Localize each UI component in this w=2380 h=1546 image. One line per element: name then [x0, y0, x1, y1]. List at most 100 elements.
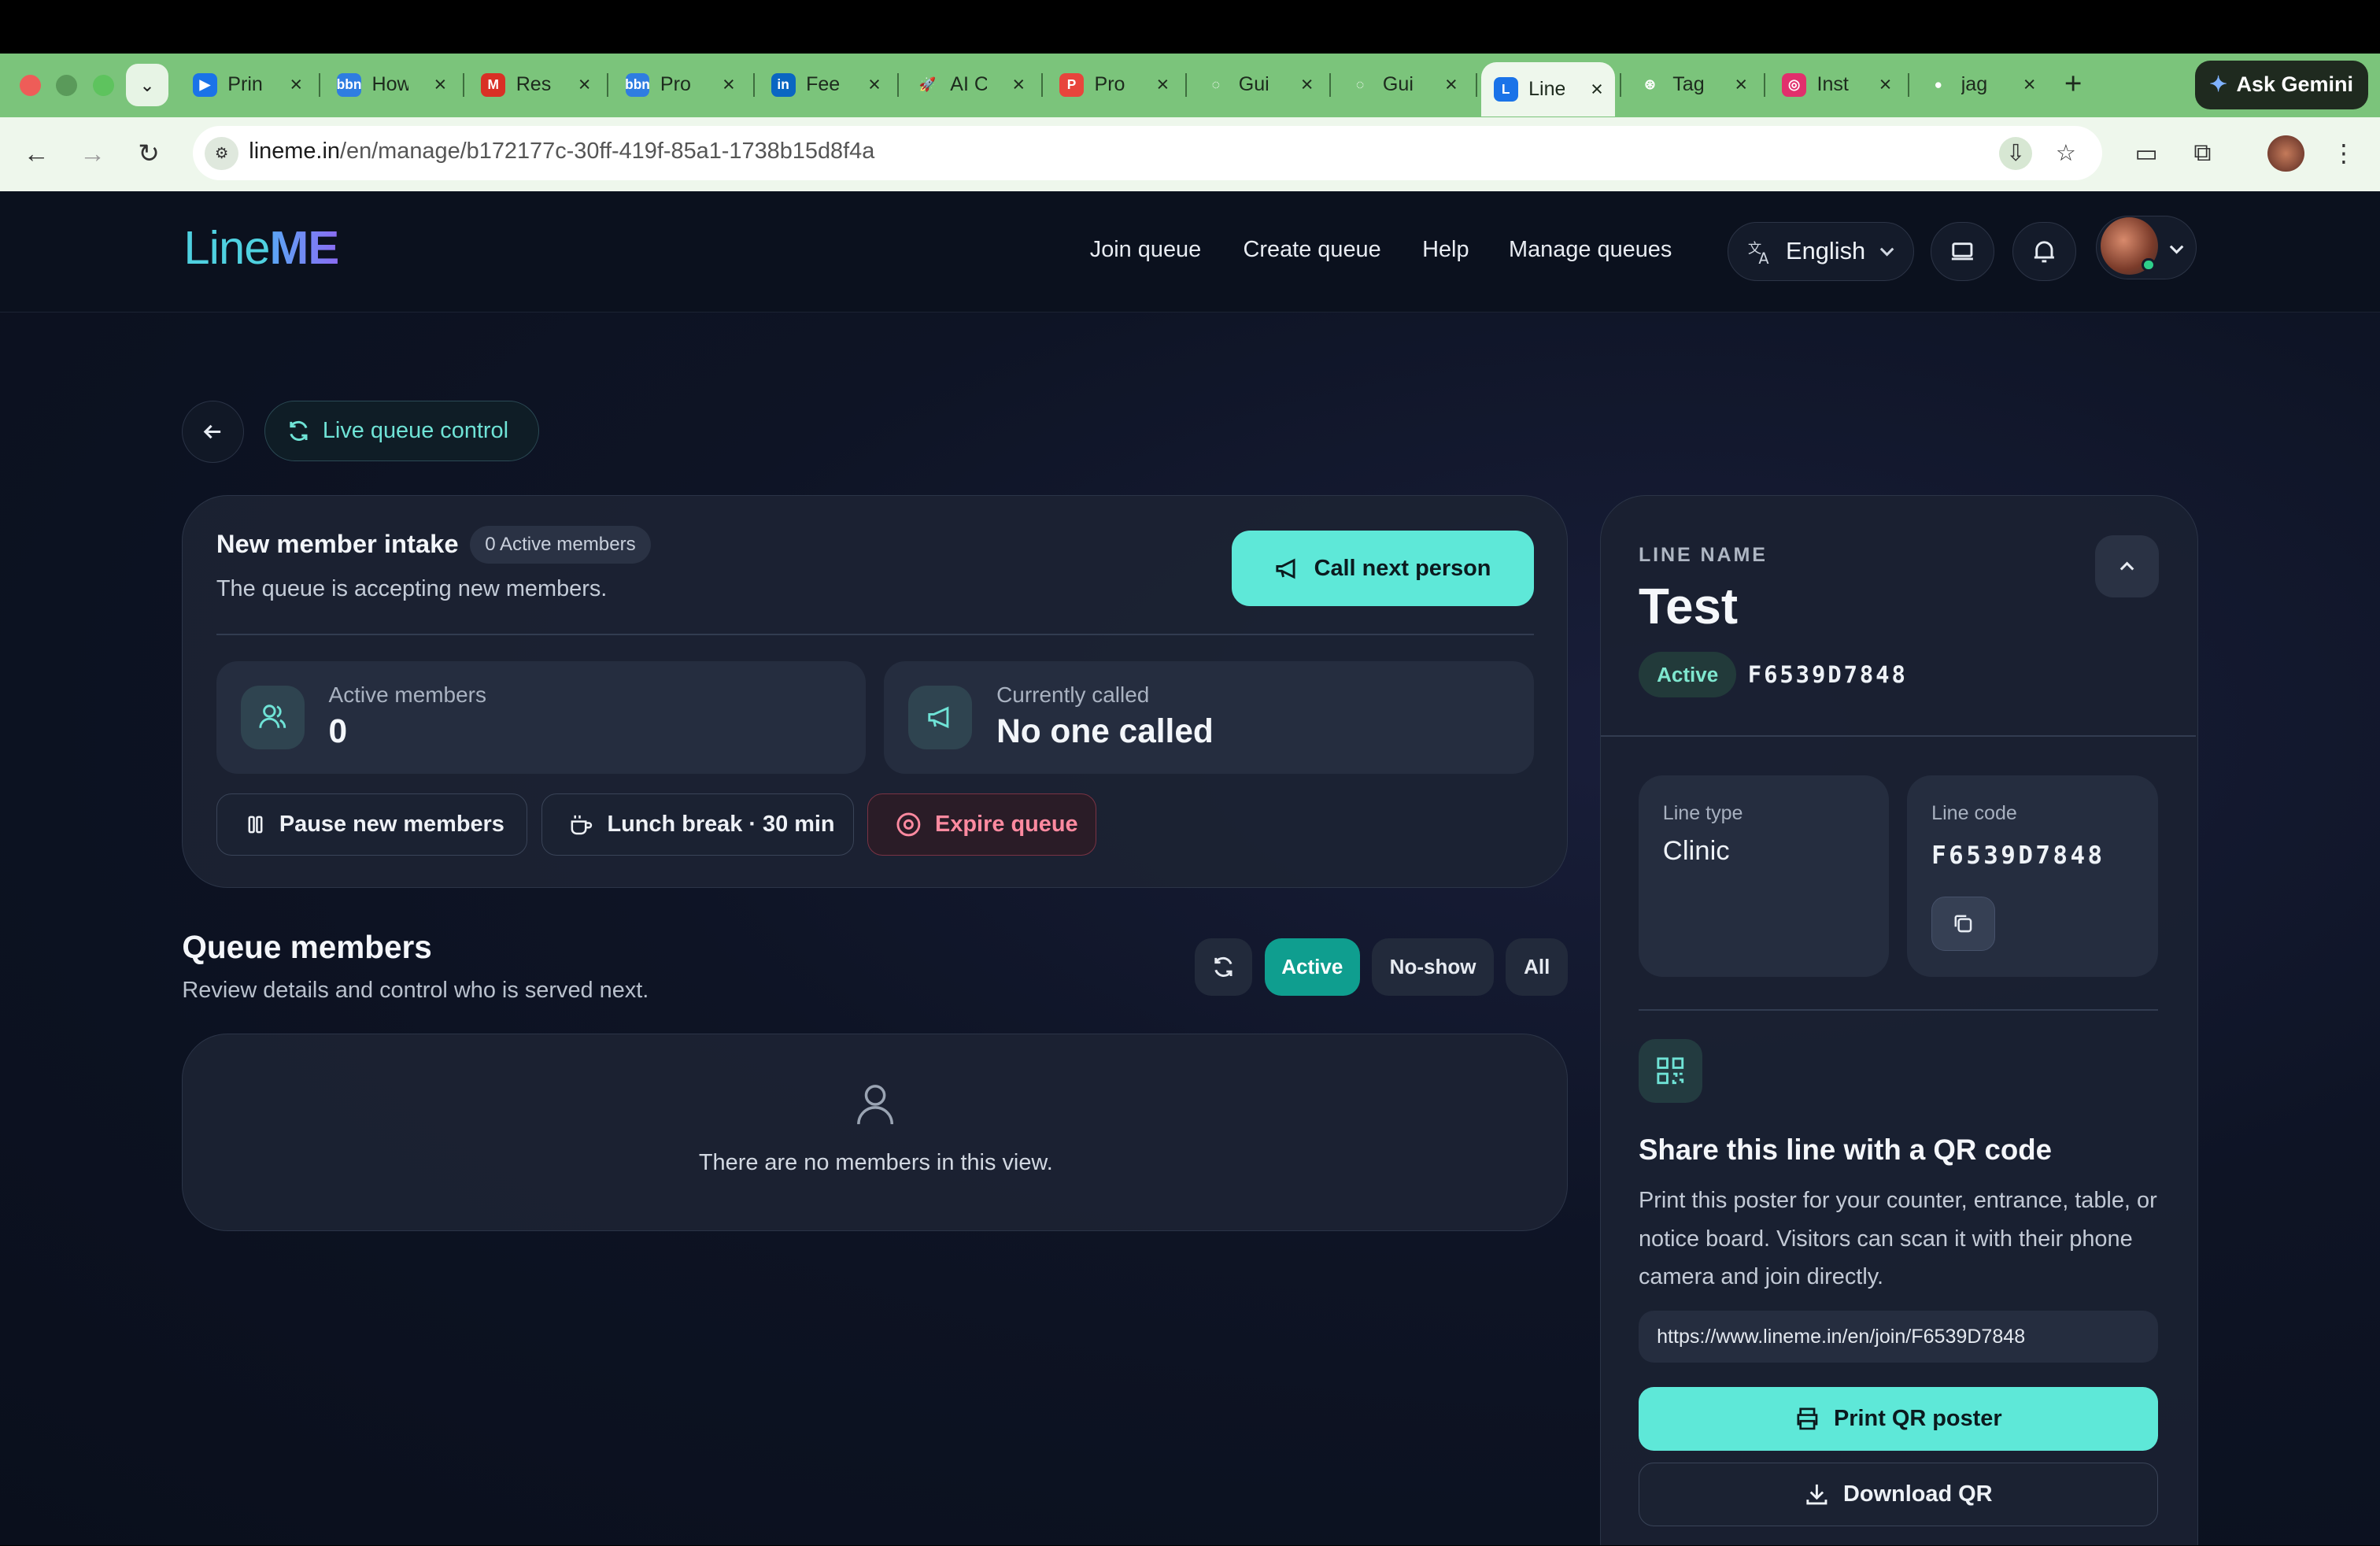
- lunch-break-button[interactable]: Lunch break · 30 min: [541, 793, 854, 856]
- tab-close-icon[interactable]: ×: [1012, 72, 1025, 97]
- user-icon: [856, 1083, 895, 1132]
- profile-avatar-icon[interactable]: [2267, 135, 2304, 172]
- browser-tab[interactable]: ● jag ×: [1914, 65, 2048, 105]
- browser-tab[interactable]: P Pro ×: [1048, 65, 1181, 105]
- chevron-down-icon: [1879, 247, 1894, 257]
- copy-code-button[interactable]: [1931, 896, 1996, 952]
- browser-tab[interactable]: in Fee ×: [759, 65, 893, 105]
- tab-close-icon[interactable]: ×: [290, 72, 302, 97]
- browser-menu-icon[interactable]: ⋮: [2326, 135, 2362, 172]
- currently-called-stat: Currently called No one called: [884, 660, 1534, 774]
- tab-favicon-icon: ⊛: [1644, 76, 1656, 93]
- tab-title: AI C: [950, 73, 987, 96]
- tab-close-icon[interactable]: ×: [722, 72, 735, 97]
- line-type-card: Line type Clinic: [1638, 775, 1890, 978]
- install-app-icon[interactable]: ⇩: [1998, 136, 2033, 170]
- tab-separator: [1185, 72, 1188, 98]
- browser-tab[interactable]: M Res ×: [469, 65, 603, 105]
- window-zoom-button[interactable]: [92, 74, 114, 96]
- browser-tab[interactable]: 🚀 AI C ×: [904, 65, 1037, 105]
- filter-active-tab[interactable]: Active: [1264, 938, 1361, 997]
- new-tab-button[interactable]: +: [2064, 67, 2082, 102]
- line-details-panel: LINE NAME Test Active F6539D7848 Line ty…: [1599, 494, 2198, 1546]
- back-button[interactable]: [182, 401, 245, 464]
- chevron-down-icon: ⌄: [139, 74, 155, 95]
- filter-no-show-tab[interactable]: No-show: [1372, 938, 1494, 997]
- browser-tab[interactable]: ◌ Gui ×: [1336, 65, 1469, 105]
- refresh-icon: [289, 421, 308, 442]
- tab-favicon-icon: M: [481, 72, 506, 98]
- tab-favicon-icon: 🚀: [918, 76, 937, 93]
- stat-label: Currently called: [996, 682, 1150, 707]
- nav-manage-queues[interactable]: Manage queues: [1509, 237, 1672, 263]
- collapse-panel-button[interactable]: [2095, 534, 2160, 597]
- tab-close-icon[interactable]: ×: [2023, 72, 2036, 97]
- tab-search-button[interactable]: ⌄: [126, 64, 169, 106]
- browser-tab[interactable]: ◌ Gui ×: [1192, 65, 1325, 105]
- tab-close-icon[interactable]: ×: [868, 72, 881, 97]
- expire-queue-button[interactable]: Expire queue: [867, 793, 1097, 856]
- top-navbar: LineME Join queue Create queue Help Mana…: [0, 191, 2380, 313]
- tab-title: Prin: [227, 73, 263, 96]
- pause-new-members-button[interactable]: Pause new members: [216, 793, 528, 856]
- pause-label: Pause new members: [279, 811, 504, 837]
- tab-close-icon[interactable]: ×: [434, 72, 447, 97]
- tab-favicon-icon: bbn: [625, 72, 650, 98]
- reload-icon[interactable]: ↻: [129, 134, 168, 173]
- tab-favicon-icon: ▶: [192, 72, 217, 98]
- site-info-icon[interactable]: ⚙: [205, 136, 238, 170]
- call-next-person-button[interactable]: Call next person: [1232, 531, 1534, 607]
- window-close-button[interactable]: [20, 74, 42, 96]
- online-status-dot: [2142, 257, 2156, 272]
- cast-icon[interactable]: ▭: [2128, 135, 2164, 172]
- call-next-label: Call next person: [1314, 555, 1491, 581]
- tab-separator: [896, 72, 899, 98]
- tab-separator: [1908, 72, 1910, 98]
- join-url-field[interactable]: https://www.lineme.in/en/join/F6539D7848: [1638, 1311, 2158, 1363]
- tab-favicon-icon: P: [1059, 72, 1084, 98]
- megaphone-icon: [908, 685, 973, 749]
- forward-arrow-icon[interactable]: →: [73, 134, 113, 173]
- tab-close-icon[interactable]: ×: [1735, 72, 1747, 97]
- tab-close-icon[interactable]: ×: [1591, 77, 1603, 102]
- browser-tab[interactable]: ◎ Inst ×: [1770, 65, 1904, 105]
- browser-tab[interactable]: L Line ×: [1481, 62, 1616, 117]
- svg-text:A: A: [1758, 250, 1769, 265]
- tab-title: Inst: [1816, 73, 1849, 96]
- extensions-puzzle-icon[interactable]: ⧉: [2184, 135, 2220, 172]
- ask-gemini-button[interactable]: ✦ Ask Gemini: [2194, 61, 2368, 109]
- nav-join-queue[interactable]: Join queue: [1090, 237, 1201, 263]
- tab-close-icon[interactable]: ×: [1445, 72, 1458, 97]
- refresh-members-button[interactable]: [1194, 938, 1253, 997]
- browser-tab[interactable]: ⊛ Tag ×: [1626, 65, 1760, 105]
- print-qr-poster-button[interactable]: Print QR poster: [1638, 1386, 2158, 1451]
- tab-title: jag: [1961, 73, 1988, 96]
- lineme-logo[interactable]: LineME: [183, 220, 339, 275]
- tab-separator: [1329, 72, 1332, 98]
- address-url[interactable]: lineme.in/en/manage/b172177c-30ff-419f-8…: [249, 139, 874, 165]
- tab-close-icon[interactable]: ×: [578, 72, 591, 97]
- browser-tab[interactable]: bbn Pro ×: [613, 65, 747, 105]
- arrow-left-icon: [204, 424, 221, 439]
- filter-all-tab[interactable]: All: [1506, 938, 1569, 997]
- copy-icon: [1954, 915, 1972, 933]
- nav-create-queue[interactable]: Create queue: [1244, 237, 1381, 263]
- notifications-button[interactable]: [2012, 221, 2077, 281]
- tab-close-icon[interactable]: ×: [1879, 72, 1892, 97]
- language-select[interactable]: 文A English: [1727, 221, 1914, 281]
- download-qr-button[interactable]: Download QR: [1638, 1463, 2158, 1527]
- browser-tab[interactable]: ▶ Prin ×: [181, 65, 315, 105]
- back-arrow-icon[interactable]: ←: [17, 134, 56, 173]
- tab-separator: [463, 72, 465, 98]
- bookmark-star-icon[interactable]: ☆: [2049, 137, 2082, 170]
- line-code-card: Line code F6539D7848: [1907, 775, 2158, 978]
- tab-close-icon[interactable]: ×: [1157, 72, 1170, 97]
- browser-tab[interactable]: bbn How ×: [325, 65, 459, 105]
- tab-title: Pro: [660, 73, 691, 96]
- tab-title: How: [371, 73, 408, 96]
- nav-help[interactable]: Help: [1422, 237, 1469, 263]
- window-minimize-button[interactable]: [56, 74, 78, 96]
- tab-title: Tag: [1672, 73, 1705, 96]
- device-button[interactable]: [1931, 221, 1995, 281]
- tab-close-icon[interactable]: ×: [1301, 72, 1314, 97]
